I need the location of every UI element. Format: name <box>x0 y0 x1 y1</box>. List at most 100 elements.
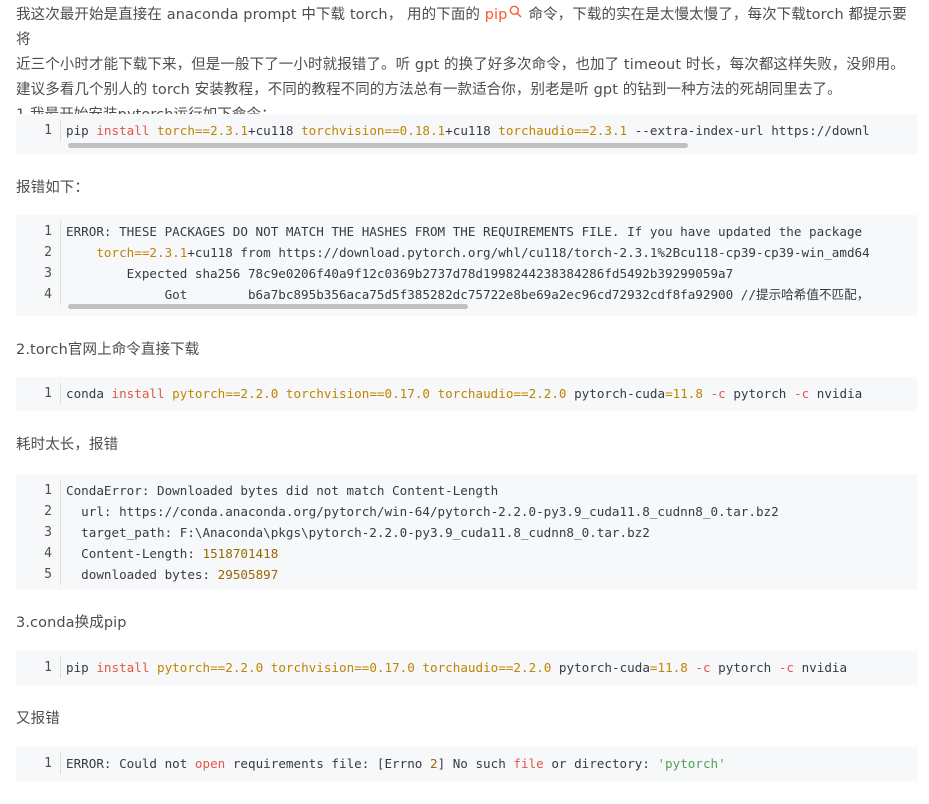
timeout-label: 耗时太长，报错 <box>16 437 119 453</box>
token: pytorch-cuda <box>551 660 650 675</box>
code-block-conda-error[interactable]: 1 CondaError: Downloaded bytes did not m… <box>16 474 917 590</box>
token: pytorch <box>710 660 772 675</box>
token: file <box>513 756 544 771</box>
token: -c <box>687 660 711 675</box>
line-number: 5 <box>16 564 61 585</box>
code-text: target_path: F:\Anaconda\pkgs\pytorch-2.… <box>66 525 650 540</box>
token: 'pytorch' <box>657 756 726 771</box>
token: -c <box>786 386 810 401</box>
token: =11.8 <box>665 386 703 401</box>
token: 2 <box>429 756 438 771</box>
code-line: 1 pip install torch==2.3.1+cu118 torchvi… <box>16 120 917 141</box>
code-block-hash-error[interactable]: 1 ERROR: THESE PACKAGES DO NOT MATCH THE… <box>16 215 917 316</box>
code-line: 1 conda install pytorch==2.2.0 torchvisi… <box>16 383 917 404</box>
token: pytorch <box>164 386 226 401</box>
token: pytorch <box>149 660 211 675</box>
code-text: pip install pytorch ==2.2.0 torchvision==… <box>61 657 847 678</box>
code-text: CondaError: Downloaded bytes did not mat… <box>66 483 499 498</box>
code-block-conda-install[interactable]: 1 conda install pytorch==2.2.0 torchvisi… <box>16 377 917 411</box>
code-line: 2 url: https://conda.anaconda.org/pytorc… <box>16 501 917 522</box>
token: Content-Length: <box>66 546 203 561</box>
token: torch <box>149 123 195 138</box>
token: torchvision <box>263 660 355 675</box>
code-line: 3 Expected sha256 78c9e0206f40a9f12c0369… <box>16 263 917 284</box>
token: open <box>194 756 226 771</box>
line-number: 2 <box>16 501 61 522</box>
token: ==0.18.1 <box>384 123 446 138</box>
token: ==2.2.0 <box>225 386 279 401</box>
token: requirements file: [Errno <box>225 756 430 771</box>
token: ==0.17.0 <box>354 660 415 675</box>
intro-paragraph: 我这次最开始是直接在 anaconda prompt 中下载 torch， 用的… <box>16 2 921 128</box>
line-number: 1 <box>16 480 61 501</box>
error-label-1: 报错如下： <box>16 180 89 196</box>
code-block-pip-install[interactable]: 1 pip install torch==2.3.1+cu118 torchvi… <box>16 114 917 154</box>
token: -c <box>771 660 794 675</box>
code-line: 1 pip install pytorch ==2.2.0 torchvision… <box>16 657 917 678</box>
pip-link[interactable]: pip <box>485 7 508 23</box>
horizontal-scrollbar[interactable] <box>68 143 688 148</box>
code-line: 2 torch==2.3.1+cu118 from https://downlo… <box>16 242 917 263</box>
token: torchaudio <box>498 123 575 138</box>
token: torchvision <box>278 386 370 401</box>
search-icon[interactable] <box>509 2 522 27</box>
code-line: 5 downloaded bytes: 29505897 <box>16 564 917 585</box>
code-block-pip-install-2[interactable]: 1 pip install pytorch ==2.2.0 torchvision… <box>16 651 917 685</box>
token: pip <box>66 660 97 675</box>
token: 29505897 <box>217 567 279 582</box>
horizontal-scrollbar[interactable] <box>68 304 468 309</box>
token: torchaudio <box>430 386 514 401</box>
code-line: 4 Got b6a7bc895b356aca75d5f385282dc75722… <box>16 284 917 305</box>
token: ==0.17.0 <box>369 386 430 401</box>
token: +cu118 <box>248 123 302 138</box>
token: install <box>111 386 165 401</box>
token: nvidia <box>794 660 848 675</box>
token: install <box>96 123 150 138</box>
token: ==2.2.0 <box>513 386 567 401</box>
code-text: downloaded bytes: 29505897 <box>61 564 278 585</box>
code-text: Expected sha256 78c9e0206f40a9f12c0369b2… <box>66 266 734 281</box>
intro-line-1a: 我这次最开始是直接在 anaconda prompt 中下载 torch， 用的… <box>16 7 485 23</box>
token: install <box>96 660 150 675</box>
line-number: 2 <box>16 242 61 263</box>
line-number: 3 <box>16 522 61 543</box>
section-2-label: 2.torch官网上命令直接下载 <box>16 342 200 358</box>
token: --extra-index-url https://downl <box>627 123 870 138</box>
intro-line-3: 建议多看几个别人的 torch 安装教程，不同的教程不同的方法总有一款适合你，别… <box>16 82 842 98</box>
token: +cu118 <box>445 123 499 138</box>
line-number: 4 <box>16 284 61 305</box>
token: ==2.2.0 <box>498 660 552 675</box>
token: ==2.3.1 <box>134 245 188 260</box>
line-number: 1 <box>16 383 61 404</box>
token: ==2.3.1 <box>194 123 248 138</box>
line-number: 1 <box>16 753 61 774</box>
token: -c <box>702 386 726 401</box>
token: pytorch-cuda <box>566 386 666 401</box>
token: ERROR: Could not <box>66 756 195 771</box>
code-text: Content-Length: 1518701418 <box>61 543 278 564</box>
line-number: 1 <box>16 221 61 242</box>
token: +cu118 from https://download.pytorch.org… <box>187 245 870 260</box>
code-text: url: https://conda.anaconda.org/pytorch/… <box>66 504 779 519</box>
line-number: 1 <box>16 120 61 141</box>
code-text: pip install torch==2.3.1+cu118 torchvisi… <box>61 120 870 141</box>
line-number: 4 <box>16 543 61 564</box>
code-line: 4 Content-Length: 1518701418 <box>16 543 917 564</box>
code-text: torch==2.3.1+cu118 from https://download… <box>61 242 870 263</box>
token: torchvision <box>301 123 385 138</box>
code-text: ERROR: THESE PACKAGES DO NOT MATCH THE H… <box>66 224 863 239</box>
section-3-label: 3.conda换成pip <box>16 615 127 631</box>
code-line: 1 CondaError: Downloaded bytes did not m… <box>16 480 917 501</box>
code-line: 1 ERROR: Could not open requirements fil… <box>16 753 917 774</box>
code-line: 1 ERROR: THESE PACKAGES DO NOT MATCH THE… <box>16 221 917 242</box>
token: =11.8 <box>649 660 688 675</box>
token: torchaudio <box>414 660 499 675</box>
again-error-label: 又报错 <box>16 711 60 727</box>
token: ==2.3.1 <box>574 123 628 138</box>
line-number: 3 <box>16 263 61 284</box>
token: pip <box>66 123 97 138</box>
code-text: ERROR: Could not open requirements file:… <box>61 753 726 774</box>
line-number: 1 <box>16 657 61 678</box>
token: torch <box>66 245 135 260</box>
code-block-file-error[interactable]: 1 ERROR: Could not open requirements fil… <box>16 747 917 781</box>
